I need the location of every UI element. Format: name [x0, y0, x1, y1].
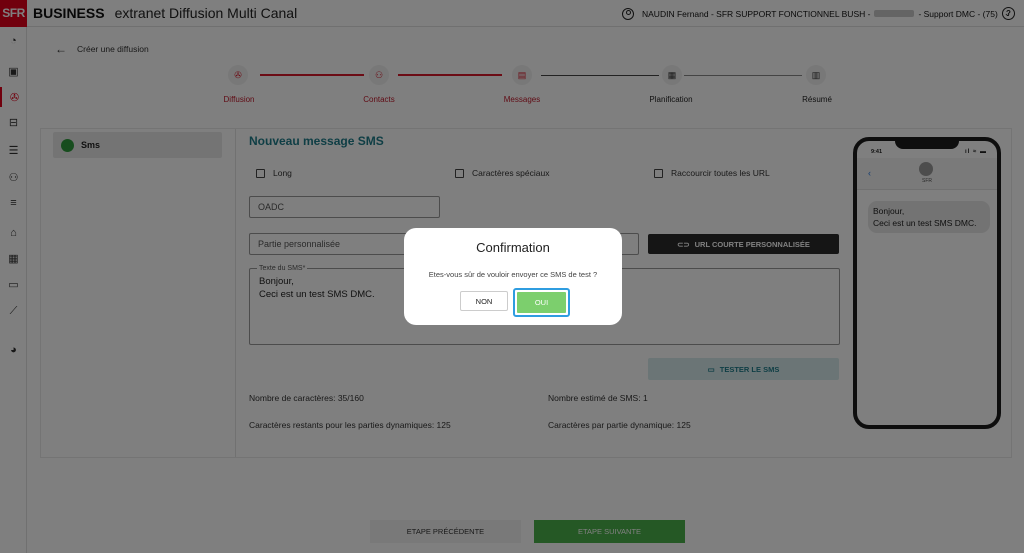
no-button[interactable]: NON: [460, 291, 508, 311]
confirmation-dialog: Confirmation Etes-vous sûr de vouloir en…: [404, 228, 622, 325]
dialog-title: Confirmation: [476, 240, 550, 255]
yes-button[interactable]: OUI: [513, 288, 570, 317]
yes-button-label: OUI: [517, 292, 566, 313]
dialog-message: Etes-vous sûr de vouloir envoyer ce SMS …: [428, 270, 598, 279]
